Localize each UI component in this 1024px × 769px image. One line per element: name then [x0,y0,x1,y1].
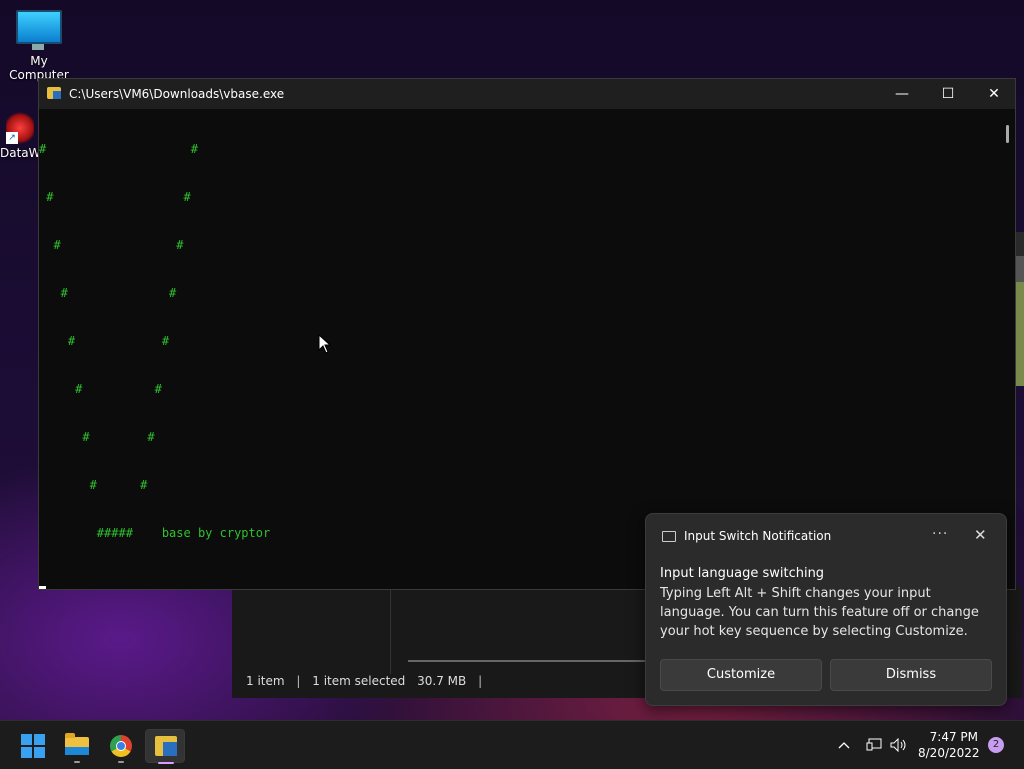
system-clock[interactable]: 7:47 PM 8/20/2022 [918,729,980,761]
file-explorer-icon [65,733,89,755]
console-line: # # [39,142,198,156]
console-app-icon [155,736,177,756]
running-indicator [118,761,124,763]
keyboard-icon [662,531,676,542]
customize-button[interactable]: Customize [660,659,822,691]
horizontal-scrollbar[interactable] [408,660,648,662]
clock-time: 7:47 PM [929,730,978,744]
status-selected: 1 item selected [312,674,406,688]
console-line: # # [39,286,177,300]
desktop-icon-my-computer[interactable]: My Computer [2,10,76,82]
notification-body: Typing Left Alt + Shift changes your inp… [660,586,979,639]
volume-icon[interactable] [890,721,908,769]
desktop-icon-label: DataW [0,146,41,160]
console-app-icon [47,87,61,99]
background-window-edge [1016,282,1024,386]
console-line: # # [39,190,191,204]
running-indicator [74,761,80,763]
show-hidden-icons-chevron-icon[interactable] [838,721,850,769]
minimize-button[interactable]: — [879,79,925,109]
more-options-button[interactable]: ··· [932,526,948,542]
maximize-button[interactable]: ☐ [925,79,971,109]
chrome-icon [110,735,132,757]
text-cursor [39,586,46,589]
console-line: # # [39,382,162,396]
network-icon[interactable] [866,721,882,769]
console-line: # # [39,334,170,348]
explorer-status-bar: 1 item | 1 item selected 30.7 MB | [246,674,490,688]
monitor-icon [16,10,62,50]
start-button[interactable] [12,729,52,763]
desktop-icon-dataw[interactable]: ↗ DataW [0,112,41,160]
notification-count-badge[interactable]: 2 [988,737,1004,753]
vertical-scrollbar[interactable] [1006,125,1009,143]
status-separator: | [478,674,483,688]
console-titlebar[interactable]: C:\Users\VM6\Downloads\vbase.exe — ☐ ✕ [39,79,1015,109]
close-button[interactable]: ✕ [971,79,1017,109]
taskbar-chrome[interactable] [101,729,141,763]
notification-header: Input Switch Notification [684,529,832,543]
notification-heading: Input language switching [660,566,825,581]
dismiss-button[interactable]: Dismiss [830,659,992,691]
console-line: # # [39,478,148,492]
taskbar-console-app[interactable] [145,729,185,764]
taskbar-file-explorer[interactable] [57,729,97,763]
notification-close-button[interactable]: ✕ [974,526,987,544]
status-item-count: 1 item [246,674,285,688]
status-size: 30.7 MB [417,674,467,688]
status-separator: | [296,674,301,688]
console-line: # # [39,430,155,444]
active-indicator [158,762,174,764]
input-switch-notification[interactable]: Input Switch Notification ··· ✕ Input la… [645,513,1007,706]
taskbar: 7:47 PM 8/20/2022 2 [0,720,1024,769]
console-line: # # [39,238,184,252]
start-icon [21,734,45,758]
datawrapper-shortcut-icon: ↗ [6,112,34,144]
clock-date: 8/20/2022 [918,746,980,760]
background-window-edge [1016,256,1024,282]
window-title: C:\Users\VM6\Downloads\vbase.exe [69,87,285,101]
